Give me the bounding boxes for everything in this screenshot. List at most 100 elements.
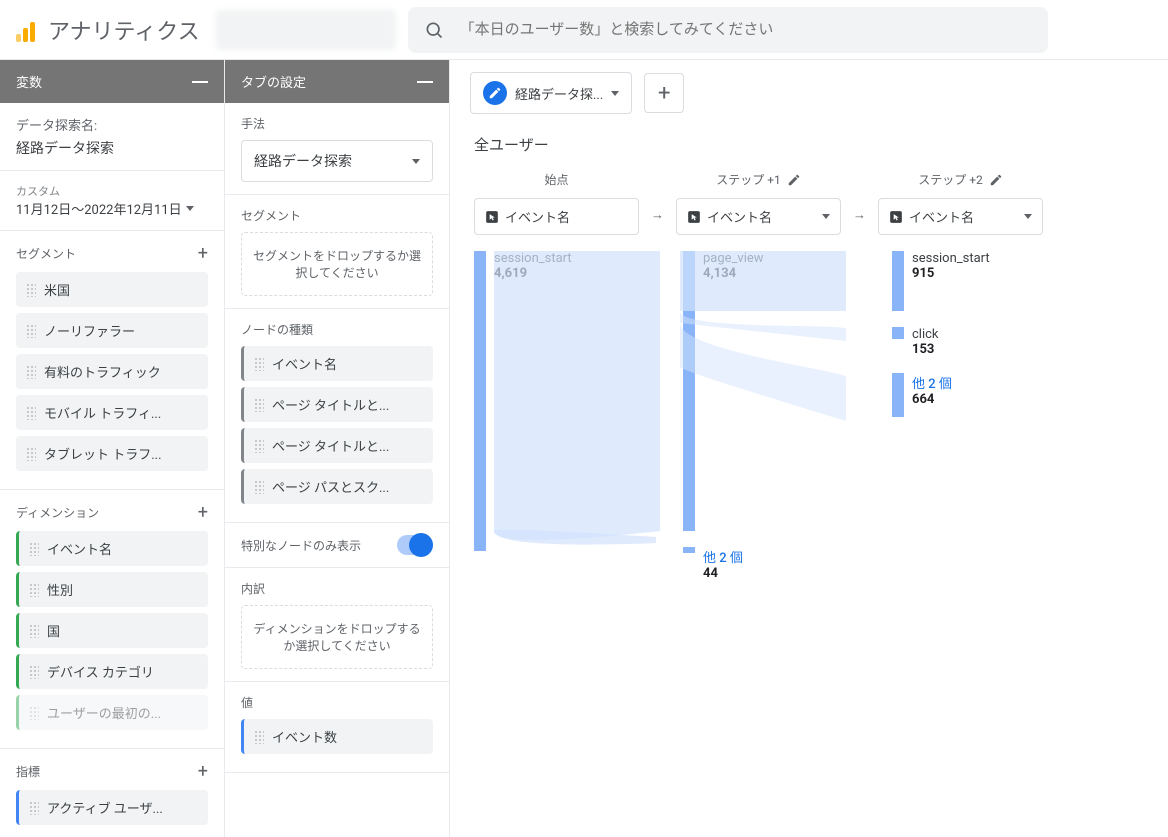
flow-node-count: 4,619: [494, 266, 572, 281]
metric-chip[interactable]: アクティブ ユーザ...: [16, 790, 208, 825]
chip-label: イベント名: [272, 354, 337, 373]
flow-node-count: 915: [912, 266, 990, 281]
account-selector[interactable]: [216, 10, 396, 50]
pencil-icon[interactable]: [989, 173, 1003, 187]
drag-handle-icon: [29, 583, 39, 597]
drag-handle-icon: [26, 283, 36, 297]
collapse-icon[interactable]: [192, 81, 208, 83]
segment-chip[interactable]: 有料のトラフィック: [16, 354, 208, 389]
search-input[interactable]: [460, 21, 1032, 38]
tab-settings-header: タブの設定: [225, 60, 449, 103]
drag-handle-icon: [29, 542, 39, 556]
drag-handle-icon: [29, 665, 39, 679]
breakdown-dropzone[interactable]: ディメンションをドロップするか選択してください: [241, 605, 433, 669]
flow-node[interactable]: session_start915: [892, 251, 1057, 311]
flow-node[interactable]: page_view4,134: [683, 251, 848, 531]
dimension-chip[interactable]: イベント名: [16, 531, 208, 566]
segment-chip[interactable]: タブレット トラフ...: [16, 436, 208, 471]
drag-handle-icon: [254, 439, 264, 453]
tab-settings-title: タブの設定: [241, 72, 306, 91]
drag-handle-icon: [26, 365, 36, 379]
node-type-chip[interactable]: ページ パスとスク...: [241, 469, 433, 504]
add-dimension-button[interactable]: +: [198, 502, 208, 523]
step-plus2-selector[interactable]: イベント名: [878, 198, 1043, 235]
dimension-chip[interactable]: 性別: [16, 572, 208, 607]
technique-select[interactable]: 経路データ探索: [241, 140, 433, 182]
flow-node-name: page_view: [703, 251, 764, 266]
chip-label: イベント名: [47, 539, 112, 558]
value-chip[interactable]: イベント数: [241, 719, 433, 754]
date-range-value: 11月12日～2022年12月11日: [16, 199, 182, 218]
drag-handle-icon: [254, 398, 264, 412]
flow-node-name: click: [912, 327, 939, 342]
node-type-chip[interactable]: ページ タイトルと...: [241, 387, 433, 422]
pencil-icon[interactable]: [787, 173, 801, 187]
segment-chip[interactable]: ノーリファラー: [16, 313, 208, 348]
dimension-chip[interactable]: ユーザーの最初の...: [16, 695, 208, 730]
chip-label: イベント数: [272, 727, 337, 746]
collapse-icon[interactable]: [417, 81, 433, 83]
dimension-chip[interactable]: デバイス カテゴリ: [16, 654, 208, 689]
step-plus1-selector[interactable]: イベント名: [676, 198, 841, 235]
flow-node-count: 664: [912, 392, 952, 407]
chevron-down-icon: [186, 206, 194, 211]
flow-node[interactable]: session_start4,619: [474, 251, 639, 551]
exploration-canvas: 経路データ探... + 全ユーザー 始点 イベント名 → ステップ +1: [450, 60, 1168, 837]
chip-label: ページ タイトルと...: [272, 436, 389, 455]
app-title: アナリティクス: [48, 14, 200, 46]
unique-nodes-label: 特別なノードのみ表示: [241, 537, 361, 554]
add-tab-button[interactable]: +: [644, 73, 684, 113]
drag-handle-icon: [26, 447, 36, 461]
segment-chip[interactable]: 米国: [16, 272, 208, 307]
tab-active[interactable]: 経路データ探...: [470, 72, 632, 114]
variables-panel-title: 変数: [16, 72, 42, 91]
search-icon: [424, 20, 444, 40]
arrow-right-icon: →: [651, 197, 664, 233]
flow-node-count: 153: [912, 342, 939, 357]
segment-setting-label: セグメント: [241, 207, 301, 224]
tab-name: 経路データ探...: [515, 84, 603, 103]
arrow-right-icon: →: [853, 197, 866, 233]
exploration-name-label: データ探索名:: [16, 115, 208, 134]
viz-title: 全ユーザー: [450, 126, 1168, 171]
flow-node[interactable]: 他 2 個44: [683, 547, 848, 581]
exploration-name-value[interactable]: 経路データ探索: [16, 138, 208, 158]
node-type-chip[interactable]: イベント名: [241, 346, 433, 381]
flow-node[interactable]: 他 2 個664: [892, 373, 1057, 417]
step-start-label: 始点: [544, 171, 568, 188]
tab-settings-panel: タブの設定 手法 経路データ探索 セグメント セグメントをドロップするか選択して…: [225, 60, 450, 837]
step-start-selector[interactable]: イベント名: [474, 198, 639, 235]
technique-value: 経路データ探索: [254, 151, 352, 171]
analytics-logo-icon: [16, 18, 40, 42]
node-type-chip[interactable]: ページ タイトルと...: [241, 428, 433, 463]
flow-bar: [683, 547, 695, 553]
add-segment-button[interactable]: +: [198, 243, 208, 264]
chip-label: タブレット トラフ...: [44, 444, 162, 463]
chip-label: アクティブ ユーザ...: [47, 798, 163, 817]
flow-column: session_start4,619: [474, 251, 639, 567]
unique-nodes-toggle[interactable]: [397, 535, 433, 555]
segment-dropzone[interactable]: セグメントをドロップするか選択してください: [241, 232, 433, 296]
drag-handle-icon: [29, 801, 39, 815]
chip-label: ユーザーの最初の...: [47, 703, 161, 722]
dimension-chip[interactable]: 国: [16, 613, 208, 648]
chip-label: 米国: [44, 280, 70, 299]
flow-bar: [474, 251, 486, 551]
chip-label: ノーリファラー: [44, 321, 135, 340]
segment-chip[interactable]: モバイル トラフィ...: [16, 395, 208, 430]
flow-bar: [892, 373, 904, 417]
cursor-icon: [485, 210, 499, 224]
flow-node[interactable]: click153: [892, 327, 1057, 357]
flow-node-name[interactable]: 他 2 個: [912, 373, 952, 392]
chevron-down-icon[interactable]: [611, 91, 619, 96]
path-flow-chart: session_start4,619 page_view4,134 他 2 個44 s…: [450, 235, 1168, 613]
chip-label: 性別: [47, 580, 73, 599]
flow-node-name[interactable]: 他 2 個: [703, 547, 743, 566]
drag-handle-icon: [29, 706, 39, 720]
step-start-value: イベント名: [505, 207, 570, 226]
add-metric-button[interactable]: +: [198, 761, 208, 782]
technique-label: 手法: [241, 115, 265, 132]
date-range-selector[interactable]: カスタム 11月12日～2022年12月11日: [0, 171, 224, 231]
step-plus1-label: ステップ +1: [716, 171, 781, 188]
search-bar[interactable]: [408, 7, 1048, 53]
